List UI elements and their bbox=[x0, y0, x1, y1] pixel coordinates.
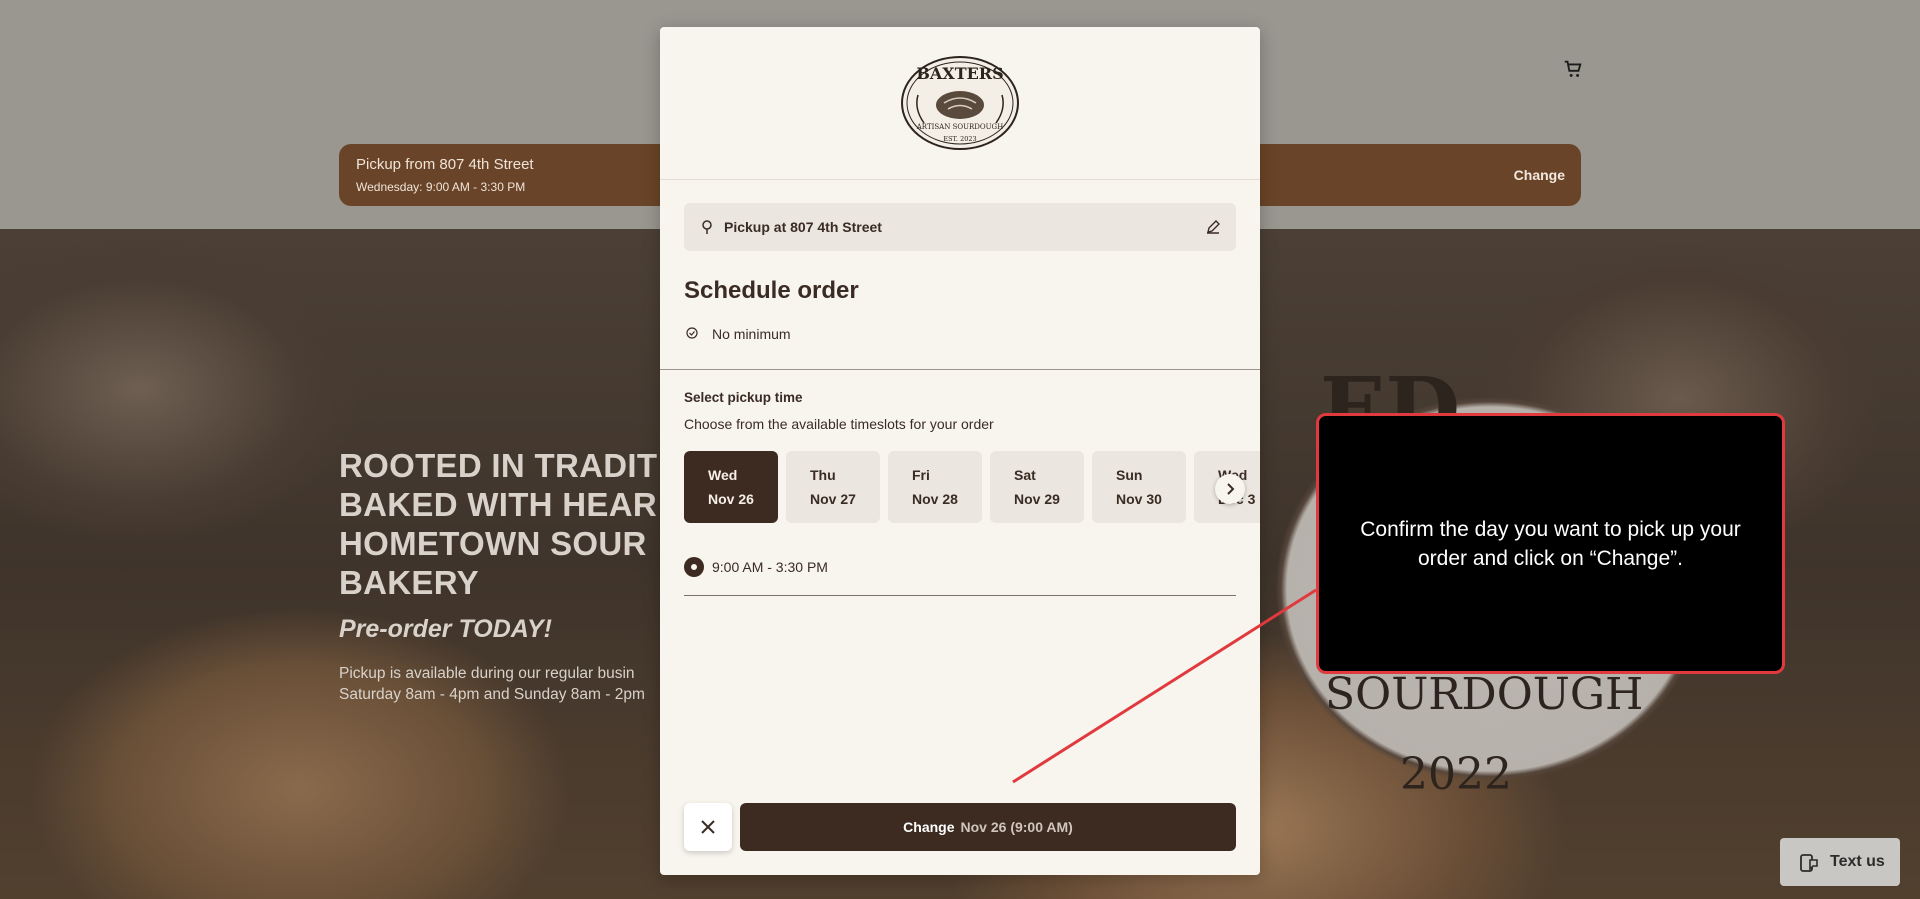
hero-subtitle: Pre-order TODAY! bbox=[339, 615, 553, 643]
next-days-button[interactable] bbox=[1215, 474, 1245, 504]
schedule-order-modal: BAXTERS ARTISAN SOURDOUGH EST. 2023 Pick… bbox=[660, 27, 1260, 875]
hero-title-line: BAKED WITH HEAR bbox=[339, 486, 657, 523]
svg-text:BAXTERS: BAXTERS bbox=[916, 64, 1003, 83]
hero-title-line: HOMETOWN SOUR bbox=[339, 525, 647, 562]
no-minimum-text: No minimum bbox=[712, 326, 791, 342]
day-date: Nov 29 bbox=[1014, 491, 1060, 507]
day-date: Nov 30 bbox=[1116, 491, 1162, 507]
baxters-logo: BAXTERS ARTISAN SOURDOUGH EST. 2023 bbox=[901, 56, 1019, 150]
day-date: Nov 26 bbox=[708, 491, 754, 507]
hero-badge-year-text: 2022 bbox=[1400, 749, 1512, 800]
day-date: Nov 28 bbox=[912, 491, 958, 507]
chevron-right-icon bbox=[1227, 483, 1235, 495]
hero-body-line: Pickup is available during our regular b… bbox=[339, 665, 635, 682]
day-option-fri-nov-28[interactable]: Fri Nov 28 bbox=[888, 451, 982, 523]
svg-text:EST. 2023: EST. 2023 bbox=[943, 135, 976, 143]
location-pin-icon bbox=[702, 220, 712, 234]
day-option-sun-nov-30[interactable]: Sun Nov 30 bbox=[1092, 451, 1186, 523]
callout-text: Confirm the day you want to pick up your… bbox=[1360, 517, 1741, 570]
day-of-week: Sat bbox=[1014, 467, 1036, 483]
pickup-location-label: Pickup at 807 4th Street bbox=[724, 219, 882, 235]
text-us-label: Text us bbox=[1830, 853, 1885, 870]
hero-body-line: Saturday 8am - 4pm and Sunday 8am - 2pm bbox=[339, 686, 645, 703]
close-modal-button[interactable] bbox=[684, 803, 732, 851]
day-of-week: Wed bbox=[708, 467, 738, 483]
cart-icon[interactable] bbox=[1562, 58, 1584, 80]
pickup-banner-hours: Wednesday: 9:00 AM - 3:30 PM bbox=[356, 180, 526, 194]
chat-phone-icon bbox=[1800, 854, 1818, 872]
edit-pencil-icon[interactable] bbox=[1206, 220, 1220, 234]
divider bbox=[684, 595, 1236, 596]
day-of-week: Sun bbox=[1116, 467, 1143, 483]
select-pickup-time-subtitle: Choose from the available timeslots for … bbox=[684, 416, 994, 432]
pickup-banner-change-link[interactable]: Change bbox=[1514, 167, 1565, 183]
day-option-sat-nov-29[interactable]: Sat Nov 29 bbox=[990, 451, 1084, 523]
change-button-label: Change bbox=[903, 819, 955, 835]
check-circle-icon bbox=[686, 327, 698, 339]
schedule-order-title: Schedule order bbox=[684, 277, 859, 304]
divider bbox=[660, 179, 1260, 180]
day-selector: Wed Nov 26 Thu Nov 27 Fri Nov 28 Sat Nov… bbox=[684, 451, 1260, 525]
svg-text:ARTISAN SOURDOUGH: ARTISAN SOURDOUGH bbox=[916, 123, 1004, 131]
day-option-thu-nov-27[interactable]: Thu Nov 27 bbox=[786, 451, 880, 523]
tutorial-callout: Confirm the day you want to pick up your… bbox=[1316, 413, 1785, 674]
pickup-banner-location: Pickup from 807 4th Street bbox=[356, 156, 534, 173]
day-option-wed-nov-26[interactable]: Wed Nov 26 bbox=[684, 451, 778, 523]
hero-title: ROOTED IN TRADIT BAKED WITH HEAR HOMETOW… bbox=[339, 446, 679, 602]
change-pickup-button[interactable]: Change Nov 26 (9:00 AM) bbox=[740, 803, 1236, 851]
select-pickup-time-title: Select pickup time bbox=[684, 390, 803, 405]
hero-badge-mid-text: SOURDOUGH bbox=[1325, 669, 1644, 720]
hero-title-line: ROOTED IN TRADIT bbox=[339, 447, 658, 484]
hero-body: Pickup is available during our regular b… bbox=[339, 663, 661, 705]
hero-title-line: BAKERY bbox=[339, 564, 479, 601]
divider bbox=[660, 369, 1260, 370]
pickup-location-selector[interactable]: Pickup at 807 4th Street bbox=[684, 203, 1236, 251]
change-button-time: Nov 26 (9:00 AM) bbox=[960, 819, 1073, 835]
day-of-week: Fri bbox=[912, 467, 930, 483]
close-icon bbox=[701, 820, 715, 834]
text-us-button[interactable]: Text us bbox=[1780, 838, 1900, 886]
timeslot-radio[interactable] bbox=[684, 557, 704, 577]
timeslot-label: 9:00 AM - 3:30 PM bbox=[712, 559, 828, 575]
day-of-week: Thu bbox=[810, 467, 836, 483]
day-date: Nov 27 bbox=[810, 491, 856, 507]
